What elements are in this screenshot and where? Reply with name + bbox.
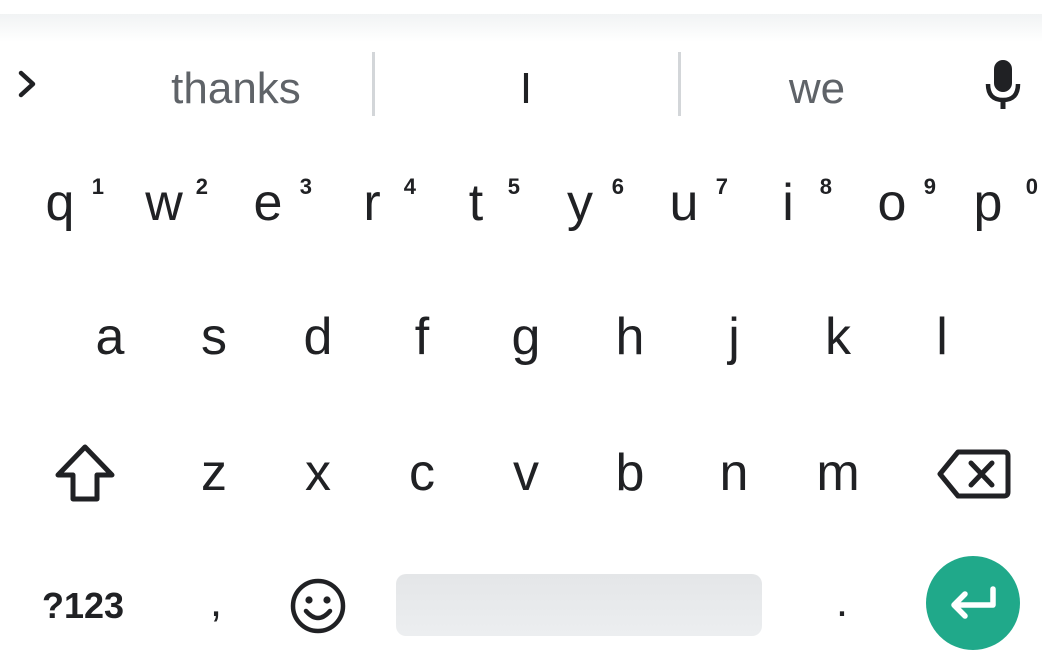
key-s[interactable]: s <box>162 282 266 392</box>
key-label: i <box>782 174 794 232</box>
suggestion-divider <box>678 52 681 116</box>
key-y[interactable]: y6 <box>528 148 632 258</box>
key-j[interactable]: j <box>682 282 786 392</box>
key-n[interactable]: n <box>682 418 786 528</box>
period-key[interactable]: . <box>812 560 872 644</box>
key-label: l <box>936 308 948 366</box>
key-hint: 0 <box>1025 174 1038 199</box>
key-w[interactable]: w2 <box>112 148 216 258</box>
key-v[interactable]: v <box>474 418 578 528</box>
emoji-key[interactable] <box>286 574 350 638</box>
keyboard: thanks I we q1 w2 e3 r4 t5 y6 u7 i8 o9 p… <box>0 0 1042 650</box>
key-q[interactable]: q1 <box>8 148 112 258</box>
comma-key[interactable]: , <box>186 560 246 644</box>
key-r[interactable]: r4 <box>320 148 424 258</box>
key-label: d <box>303 308 333 366</box>
key-hint: 4 <box>403 174 416 199</box>
voice-input-button[interactable] <box>978 54 1028 118</box>
key-b[interactable]: b <box>578 418 682 528</box>
key-i[interactable]: i8 <box>736 148 840 258</box>
key-hint: 9 <box>923 174 936 199</box>
key-label: q <box>45 174 75 232</box>
key-hint: 2 <box>195 174 208 199</box>
key-label: m <box>816 444 860 502</box>
key-d[interactable]: d <box>266 282 370 392</box>
key-label: k <box>825 308 851 366</box>
key-label: n <box>719 444 749 502</box>
key-label: v <box>513 444 539 502</box>
suggestion-divider <box>372 52 375 116</box>
key-label: y <box>567 174 593 232</box>
key-z[interactable]: z <box>162 418 266 528</box>
key-hint: 1 <box>91 174 104 199</box>
key-label: j <box>728 308 740 366</box>
key-label: p <box>973 174 1003 232</box>
shift-key[interactable] <box>40 428 130 520</box>
key-hint: 7 <box>715 174 728 199</box>
key-label: s <box>201 308 227 366</box>
key-label: a <box>95 308 125 366</box>
emoji-icon <box>290 578 346 634</box>
key-label: w <box>145 174 183 232</box>
key-label: f <box>414 308 430 366</box>
key-a[interactable]: a <box>58 282 162 392</box>
suggestion-strip: thanks I we <box>0 14 1042 126</box>
key-e[interactable]: e3 <box>216 148 320 258</box>
enter-icon <box>951 586 996 619</box>
key-label: t <box>468 174 484 232</box>
key-label: u <box>669 174 699 232</box>
key-k[interactable]: k <box>786 282 890 392</box>
space-bar[interactable] <box>396 574 762 636</box>
symbols-key[interactable]: ?123 <box>22 570 144 642</box>
chevron-right-icon <box>18 70 36 98</box>
key-p[interactable]: p0 <box>936 148 1040 258</box>
key-l[interactable]: l <box>890 282 994 392</box>
expand-toolbar-button[interactable] <box>10 54 46 114</box>
key-label: e <box>253 174 283 232</box>
key-u[interactable]: u7 <box>632 148 736 258</box>
key-o[interactable]: o9 <box>840 148 944 258</box>
key-c[interactable]: c <box>370 418 474 528</box>
key-x[interactable]: x <box>266 418 370 528</box>
key-label: z <box>201 444 227 502</box>
key-label: o <box>877 174 907 232</box>
suggestion-right[interactable]: we <box>682 54 952 124</box>
key-g[interactable]: g <box>474 282 578 392</box>
key-hint: 6 <box>611 174 624 199</box>
enter-key[interactable] <box>926 556 1020 650</box>
key-h[interactable]: h <box>578 282 682 392</box>
microphone-icon <box>985 60 1021 109</box>
key-label: h <box>615 308 645 366</box>
backspace-key[interactable] <box>928 428 1020 520</box>
key-hint: 3 <box>299 174 312 199</box>
key-label: g <box>511 308 541 366</box>
backspace-icon <box>937 449 1011 499</box>
key-label: c <box>409 444 435 502</box>
key-t[interactable]: t5 <box>424 148 528 258</box>
key-label: b <box>615 444 645 502</box>
key-hint: 5 <box>507 174 520 199</box>
key-f[interactable]: f <box>370 282 474 392</box>
suggestion-center[interactable]: I <box>376 54 676 124</box>
suggestion-left[interactable]: thanks <box>120 54 352 124</box>
key-label: r <box>363 174 381 232</box>
key-hint: 8 <box>819 174 832 199</box>
key-label: x <box>305 444 331 502</box>
key-m[interactable]: m <box>786 418 890 528</box>
shift-icon <box>55 444 115 502</box>
